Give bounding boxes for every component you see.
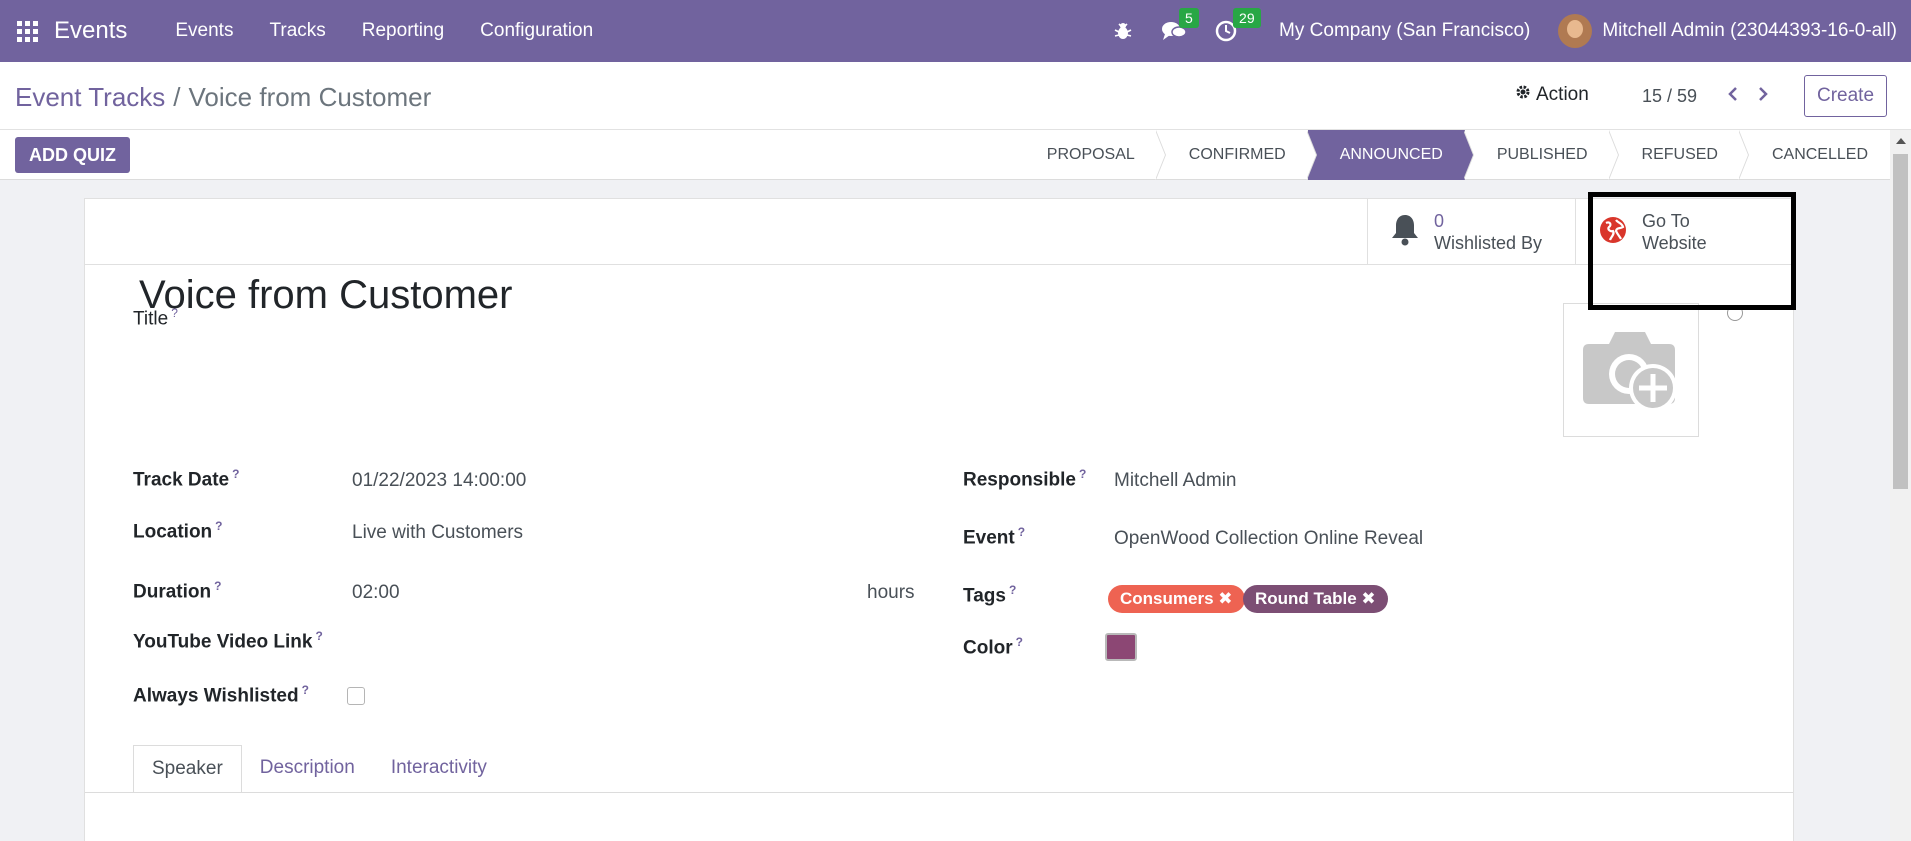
menu-events[interactable]: Events bbox=[157, 0, 251, 62]
menu-tracks[interactable]: Tracks bbox=[251, 0, 343, 62]
event-label: Event? bbox=[963, 525, 1026, 549]
stage-published[interactable]: PUBLISHED bbox=[1465, 130, 1619, 180]
tab-speaker[interactable]: Speaker bbox=[133, 745, 242, 793]
activities-clock-icon[interactable]: 29 bbox=[1215, 8, 1261, 42]
notebook-tabs: Speaker Description Interactivity bbox=[133, 745, 505, 793]
user-avatar[interactable] bbox=[1558, 14, 1593, 48]
breadcrumb-separator: / bbox=[173, 82, 181, 112]
page-scrollbar[interactable] bbox=[1890, 130, 1911, 841]
youtube-label: YouTube Video Link? bbox=[133, 629, 323, 653]
systray: 5 29 My Company (San Francisco) Mitchell… bbox=[1099, 0, 1897, 62]
form-sheet: 0 Wishlisted By Go To Website Title? Voi… bbox=[84, 198, 1794, 841]
stage-pipeline: PROPOSAL CONFIRMED ANNOUNCED PUBLISHED R… bbox=[1015, 130, 1890, 180]
main-menu: Events Tracks Reporting Configuration bbox=[157, 0, 611, 62]
globe-icon bbox=[1598, 215, 1628, 250]
bell-icon bbox=[1390, 213, 1420, 252]
track-date-label: Track Date? bbox=[133, 467, 240, 491]
title-input[interactable]: Voice from Customer bbox=[139, 273, 512, 318]
always-wishlisted-label: Always Wishlisted? bbox=[133, 683, 309, 707]
tab-interactivity[interactable]: Interactivity bbox=[373, 745, 505, 793]
scroll-up-arrow-icon[interactable] bbox=[1896, 138, 1906, 144]
app-brand[interactable]: Events bbox=[54, 17, 127, 45]
wishlist-count: 0 bbox=[1434, 211, 1445, 231]
apps-menu-icon[interactable] bbox=[0, 0, 54, 62]
tag-remove-icon[interactable]: ✖ bbox=[1218, 589, 1232, 608]
stage-proposal[interactable]: PROPOSAL bbox=[1015, 130, 1166, 180]
chevron-right-icon[interactable] bbox=[1748, 82, 1778, 108]
user-menu[interactable]: Mitchell Admin (23044393-16-0-all) bbox=[1602, 20, 1897, 42]
statusbar: ADD QUIZ PROPOSAL CONFIRMED ANNOUNCED PU… bbox=[0, 130, 1890, 180]
event-input[interactable]: OpenWood Collection Online Reveal bbox=[1114, 528, 1423, 550]
breadcrumb: Event Tracks / Voice from Customer bbox=[15, 82, 431, 113]
website-label-line2: Website bbox=[1642, 233, 1707, 253]
action-label: Action bbox=[1536, 84, 1589, 105]
stage-cancelled[interactable]: CANCELLED bbox=[1740, 130, 1890, 180]
add-quiz-button[interactable]: ADD QUIZ bbox=[15, 137, 130, 173]
pager-value[interactable]: 15 / 59 bbox=[1642, 86, 1697, 107]
activities-badge: 29 bbox=[1233, 8, 1261, 28]
go-to-website-button[interactable]: Go To Website bbox=[1575, 199, 1793, 265]
tag-remove-icon[interactable]: ✖ bbox=[1361, 589, 1375, 608]
track-date-input[interactable]: 01/22/2023 14:00:00 bbox=[352, 470, 526, 492]
menu-configuration[interactable]: Configuration bbox=[462, 0, 611, 62]
bug-icon[interactable] bbox=[1113, 21, 1133, 41]
color-picker[interactable] bbox=[1105, 633, 1137, 661]
smart-button-box: 0 Wishlisted By Go To Website bbox=[85, 199, 1793, 265]
control-panel: Event Tracks / Voice from Customer Action … bbox=[0, 62, 1911, 130]
tab-description[interactable]: Description bbox=[242, 745, 373, 793]
location-label: Location? bbox=[133, 519, 223, 543]
stage-confirmed[interactable]: CONFIRMED bbox=[1157, 130, 1317, 180]
wishlist-label: Wishlisted By bbox=[1434, 233, 1543, 253]
stage-announced[interactable]: ANNOUNCED bbox=[1307, 130, 1474, 180]
duration-input[interactable]: 02:00 bbox=[352, 582, 400, 604]
duration-label: Duration? bbox=[133, 579, 222, 603]
action-menu-button[interactable]: Action bbox=[1515, 84, 1589, 106]
wishlisted-by-button[interactable]: 0 Wishlisted By bbox=[1367, 199, 1575, 265]
company-switcher[interactable]: My Company (San Francisco) bbox=[1279, 20, 1530, 42]
scroll-thumb[interactable] bbox=[1893, 154, 1908, 489]
always-wishlisted-checkbox[interactable] bbox=[347, 687, 365, 705]
tag-consumers[interactable]: Consumers ✖ bbox=[1108, 585, 1245, 613]
create-button[interactable]: Create bbox=[1804, 75, 1888, 117]
responsible-label: Responsible? bbox=[963, 467, 1087, 491]
gear-icon bbox=[1515, 84, 1531, 106]
stage-refused[interactable]: REFUSED bbox=[1610, 130, 1750, 180]
chevron-left-icon[interactable] bbox=[1718, 82, 1748, 108]
messages-badge: 5 bbox=[1179, 8, 1199, 28]
messages-icon[interactable]: 5 bbox=[1161, 8, 1199, 42]
tabs-divider bbox=[85, 792, 1793, 793]
website-label-line1: Go To bbox=[1642, 211, 1690, 231]
image-upload-field[interactable] bbox=[1563, 303, 1699, 437]
menu-reporting[interactable]: Reporting bbox=[344, 0, 462, 62]
breadcrumb-current: Voice from Customer bbox=[188, 82, 432, 112]
location-input[interactable]: Live with Customers bbox=[352, 522, 523, 544]
tag-round-table[interactable]: Round Table ✖ bbox=[1243, 585, 1388, 613]
color-label: Color? bbox=[963, 635, 1023, 659]
camera-plus-icon bbox=[1579, 322, 1683, 419]
image-clear-radio[interactable] bbox=[1727, 305, 1743, 321]
pager-nav bbox=[1718, 82, 1778, 108]
breadcrumb-event-tracks[interactable]: Event Tracks bbox=[15, 82, 165, 112]
tags-label: Tags? bbox=[963, 583, 1017, 607]
duration-unit: hours bbox=[867, 582, 915, 603]
responsible-input[interactable]: Mitchell Admin bbox=[1114, 470, 1237, 492]
top-navbar: Events Events Tracks Reporting Configura… bbox=[0, 0, 1911, 62]
